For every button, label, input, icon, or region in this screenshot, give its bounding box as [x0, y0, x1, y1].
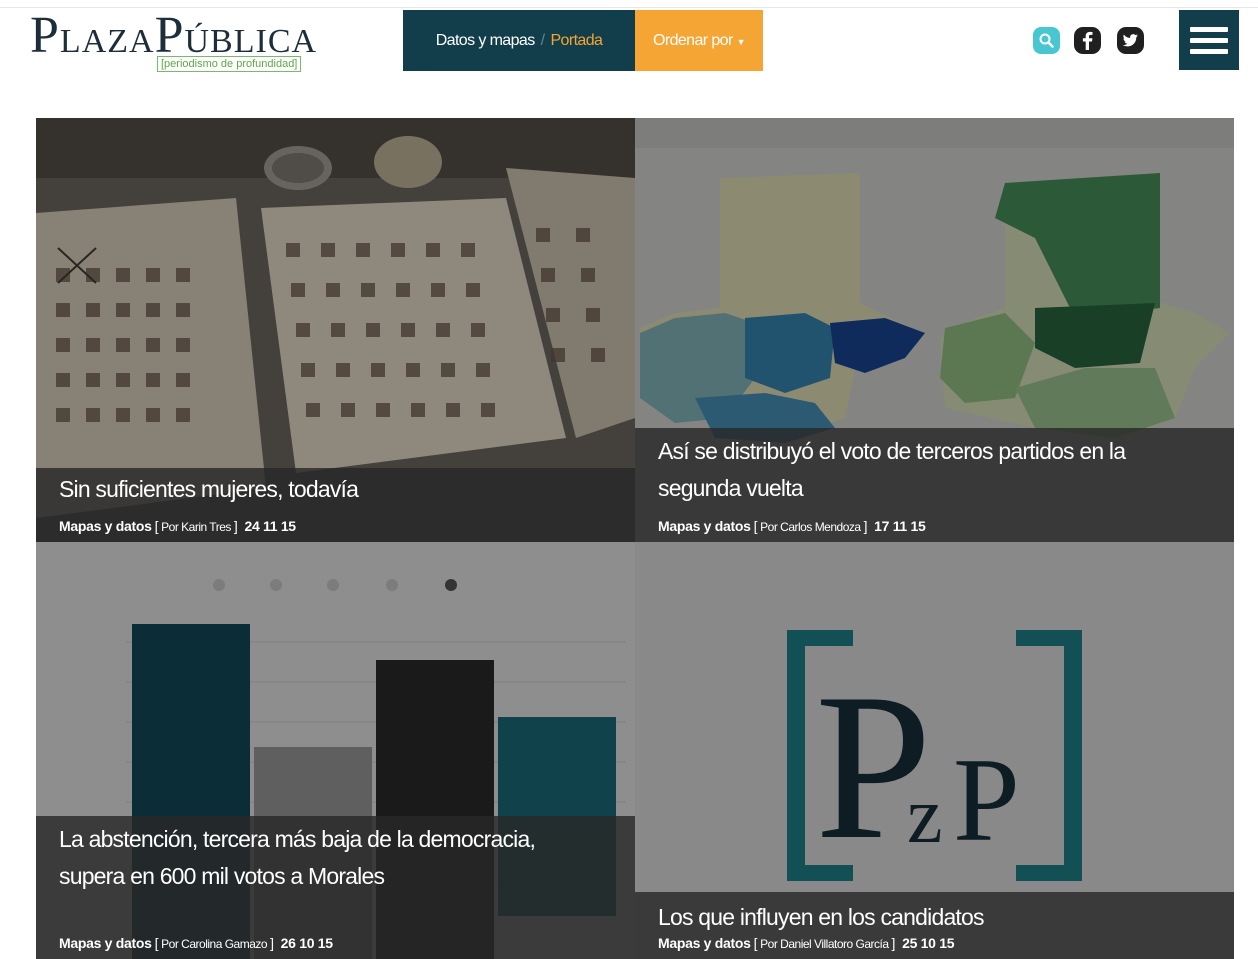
breadcrumb-current[interactable]: Portada: [550, 32, 602, 50]
close-bracket: ]: [863, 518, 868, 534]
article-author[interactable]: Por Karin Tres: [161, 520, 231, 534]
logo-wordmark: PLAZAPÚBLICA: [30, 7, 318, 64]
open-bracket: [: [753, 518, 758, 534]
article-meta: Mapas y datos[Por Carlos Mendoza] 17 11 1…: [658, 518, 926, 534]
article-title[interactable]: Sin suficientes mujeres, todavía: [59, 468, 599, 508]
search-icon: [1039, 33, 1054, 48]
article-category[interactable]: Mapas y datos: [658, 518, 751, 534]
article-date: 24 11 15: [244, 518, 296, 534]
article-card[interactable]: P z P Los que influyen en los candidatos…: [635, 542, 1234, 959]
article-meta: Mapas y datos[Por Karin Tres] 24 11 15: [59, 518, 296, 534]
article-date: 17 11 15: [874, 518, 926, 534]
article-card[interactable]: La abstención, tercera más baja de la de…: [36, 542, 635, 959]
page: PLAZAPÚBLICA [periodismo de profundidad]…: [0, 0, 1258, 959]
close-bracket: ]: [270, 935, 274, 951]
close-bracket: ]: [891, 935, 896, 951]
menu-icon-bar: [1190, 37, 1228, 43]
article-caption: Los que influyen en los candidatos Mapas…: [635, 892, 1234, 959]
facebook-icon: [1082, 31, 1093, 50]
sort-label: Ordenar por: [653, 31, 733, 49]
sort-dropdown-button[interactable]: Ordenar por ▼: [635, 10, 763, 71]
menu-icon-bar: [1190, 48, 1228, 54]
twitter-icon: [1122, 34, 1138, 47]
article-caption: Así se distribuyó el voto de terceros pa…: [635, 428, 1234, 542]
twitter-button[interactable]: [1117, 27, 1144, 54]
article-title[interactable]: Así se distribuyó el voto de terceros pa…: [658, 428, 1198, 507]
site-logo[interactable]: PLAZAPÚBLICA [periodismo de profundidad]: [30, 10, 330, 80]
hamburger-menu-button[interactable]: [1179, 10, 1239, 70]
article-caption: Sin suficientes mujeres, todavía Mapas y…: [36, 468, 635, 542]
article-category[interactable]: Mapas y datos: [59, 935, 152, 951]
breadcrumb-separator: /: [540, 31, 545, 49]
open-bracket: [: [154, 935, 159, 951]
article-meta: Mapas y datos[Por Carolina Gamazo] 26 10 …: [59, 935, 333, 951]
breadcrumb: Datos y mapas / Portada: [403, 10, 635, 71]
article-title[interactable]: Los que influyen en los candidatos: [658, 892, 1198, 934]
article-card[interactable]: Sin suficientes mujeres, todavía Mapas y…: [36, 118, 635, 542]
article-meta: Mapas y datos[Por Daniel Villatoro Garcí…: [658, 935, 955, 951]
logo-tagline: [periodismo de profundidad]: [157, 56, 302, 72]
caret-down-icon: ▼: [736, 36, 746, 47]
search-button[interactable]: [1033, 27, 1060, 54]
menu-icon-bar: [1190, 26, 1228, 32]
article-category[interactable]: Mapas y datos: [59, 518, 152, 534]
facebook-button[interactable]: [1074, 27, 1101, 54]
article-author[interactable]: Por Daniel Villatoro García: [760, 937, 889, 951]
article-caption: La abstención, tercera más baja de la de…: [36, 816, 635, 959]
top-divider: [0, 7, 1258, 8]
article-author[interactable]: Por Carolina Gamazo: [161, 937, 267, 951]
article-title[interactable]: La abstención, tercera más baja de la de…: [59, 816, 599, 895]
article-category[interactable]: Mapas y datos: [658, 935, 751, 951]
article-card[interactable]: Así se distribuyó el voto de terceros pa…: [635, 118, 1234, 542]
breadcrumb-section-link[interactable]: Datos y mapas: [436, 32, 536, 50]
article-date: 26 10 15: [280, 935, 333, 951]
article-author[interactable]: Por Carlos Mendoza: [760, 520, 861, 534]
open-bracket: [: [753, 935, 758, 951]
open-bracket: [: [154, 518, 159, 534]
close-bracket: ]: [233, 518, 238, 534]
article-date: 25 10 15: [902, 935, 955, 951]
